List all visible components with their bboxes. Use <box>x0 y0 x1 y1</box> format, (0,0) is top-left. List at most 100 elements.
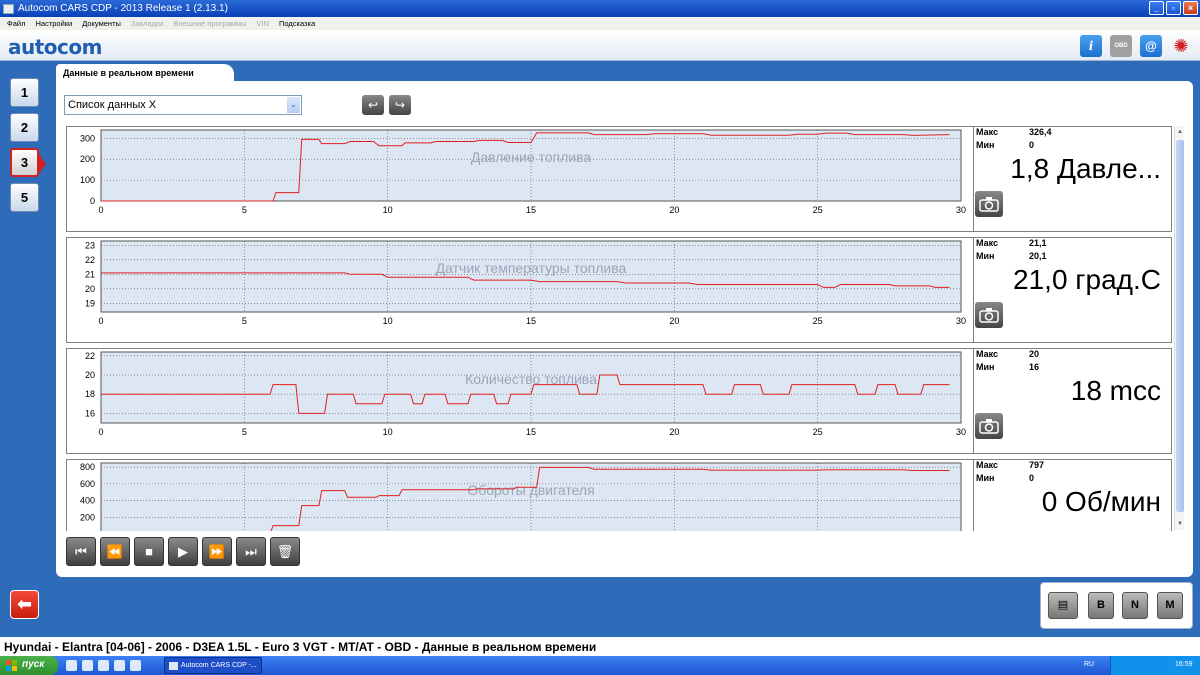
vertical-scrollbar[interactable]: ▲ ▼ <box>1174 126 1184 530</box>
max-label: Макс <box>976 460 999 470</box>
scroll-up-icon[interactable]: ▲ <box>1175 126 1185 138</box>
taskbar-item-label: Autocom CARS CDP -... <box>181 662 257 669</box>
quicklaunch-app-icon[interactable] <box>114 660 125 671</box>
charts-area: 0 100 200 300 0 5 10 15 20 25 30 Давление топлива Ма… <box>66 125 1186 531</box>
y-tick-label: 400 <box>80 496 95 506</box>
step-2-button[interactable]: 2 <box>10 113 39 142</box>
active-step-indicator <box>39 154 46 174</box>
back-arrow-icon[interactable]: ⬅ <box>10 590 39 619</box>
camera-icon[interactable] <box>975 302 1003 328</box>
data-list-select[interactable]: Список данных X ⌄ <box>64 95 302 115</box>
step-5-button[interactable]: 5 <box>10 183 39 212</box>
redo-arrow-icon[interactable]: ↪ <box>389 95 411 115</box>
info-icon[interactable]: i <box>1080 35 1102 57</box>
menu-item-6[interactable]: Подсказка <box>279 19 315 28</box>
tab-live-data[interactable]: Данные в реальном времени <box>56 64 234 82</box>
y-tick-label: 22 <box>85 351 95 361</box>
menu-item-2[interactable]: Документы <box>82 19 121 28</box>
play-icon[interactable]: ▶ <box>168 537 198 566</box>
b-button[interactable]: B <box>1088 592 1114 619</box>
max-value: 797 <box>1029 460 1045 470</box>
max-label: Макс <box>976 238 999 248</box>
maximize-button[interactable]: ▫ <box>1166 1 1181 15</box>
m-button[interactable]: M <box>1157 592 1183 619</box>
scroll-down-icon[interactable]: ▼ <box>1175 518 1185 530</box>
x-tick-label: 15 <box>526 427 536 437</box>
minimize-button[interactable]: _ <box>1149 1 1164 15</box>
skip-start-icon[interactable]: ⏮ <box>66 537 96 566</box>
step-1-button[interactable]: 1 <box>10 78 39 107</box>
taskbar-item-autocom[interactable]: Autocom CARS CDP -... <box>164 657 262 674</box>
quicklaunch-desktop-icon[interactable] <box>82 660 93 671</box>
camera-icon[interactable] <box>975 413 1003 439</box>
menu-item-3: Закладки <box>130 19 164 28</box>
y-tick-label: 600 <box>80 479 95 489</box>
max-value: 326,4 <box>1029 127 1052 137</box>
camera-glyph <box>979 308 999 323</box>
system-tray: 16:59 <box>1110 656 1200 675</box>
help-icon[interactable]: @ <box>1140 35 1162 57</box>
current-value: 1,8 Давле... <box>1010 153 1161 184</box>
x-tick-label: 15 <box>526 316 536 326</box>
current-value: 0 Об/мин <box>1041 486 1161 517</box>
line-chart: 200400600800051015202530Обороты двигател… <box>80 462 962 531</box>
n-button[interactable]: N <box>1122 592 1148 619</box>
spinner-icon: ✺ <box>1173 35 1189 56</box>
stop-icon[interactable]: ■ <box>134 537 164 566</box>
rewind-icon[interactable]: ⏪ <box>100 537 130 566</box>
max-label: Макс <box>976 349 999 359</box>
y-tick-label: 20 <box>85 284 95 294</box>
close-button[interactable]: × <box>1183 1 1198 15</box>
start-label: пуск <box>22 659 45 670</box>
undo-arrow-icon[interactable]: ↩ <box>362 95 384 115</box>
y-tick-label: 800 <box>80 462 95 472</box>
min-label: Мин <box>976 473 995 483</box>
quicklaunch-explorer-icon[interactable] <box>98 660 109 671</box>
chevron-down-icon[interactable]: ⌄ <box>287 97 300 113</box>
camera-icon[interactable] <box>975 191 1003 217</box>
x-tick-label: 10 <box>383 316 393 326</box>
line-chart: 161820220 5 10 15 20 25 30Количество топлива <box>85 351 966 437</box>
delete-icon[interactable]: 🗑 <box>270 537 300 566</box>
line-chart: 19 20 21 22 23 0 5 10 15 20 25 30 Датчик температуры… <box>85 240 966 326</box>
x-tick-label: 10 <box>383 205 393 215</box>
x-tick-label: 0 <box>98 205 103 215</box>
x-tick-label: 25 <box>813 205 823 215</box>
x-tick-label: 30 <box>956 316 966 326</box>
obd-icon[interactable]: OBD <box>1110 35 1132 57</box>
x-tick-label: 5 <box>242 427 247 437</box>
value-panel: Макс 797 Мин 0 0 Об/мин <box>973 460 1173 531</box>
value-panel: Макс 21,1 Мин 20,1 21,0 град.С <box>973 238 1173 342</box>
y-tick-label: 300 <box>80 133 95 143</box>
current-value: 18 mcc <box>1070 375 1161 406</box>
menu-item-5: VIN <box>256 19 269 28</box>
quicklaunch-opera-icon[interactable] <box>130 660 141 671</box>
x-tick-label: 10 <box>383 427 393 437</box>
y-tick-label: 100 <box>80 175 95 185</box>
x-tick-label: 25 <box>813 427 823 437</box>
step-3-button[interactable]: 3 <box>10 148 39 177</box>
playback-controls: ⏮ ⏪ ■ ▶ ⏩ ⏭ 🗑 <box>66 537 300 566</box>
language-indicator[interactable]: RU <box>1084 661 1094 668</box>
y-tick-label: 0 <box>90 196 95 206</box>
fast-forward-icon[interactable]: ⏩ <box>202 537 232 566</box>
y-tick-label: 19 <box>85 298 95 308</box>
print-icon[interactable]: ▤ <box>1048 592 1078 619</box>
y-tick-label: 200 <box>80 512 95 522</box>
chart-row: 16 18 20 22 0 5 10 15 20 25 30 Количество топлива Ма… <box>66 348 1172 454</box>
scroll-thumb[interactable] <box>1176 140 1184 512</box>
data-list-selected: Список данных X <box>68 99 157 111</box>
y-tick-label: 200 <box>80 154 95 164</box>
start-button[interactable]: пуск <box>0 656 58 675</box>
menu-item-1[interactable]: Настройки <box>35 19 72 28</box>
x-tick-label: 25 <box>813 316 823 326</box>
quicklaunch-ie-icon[interactable] <box>66 660 77 671</box>
y-tick-label: 22 <box>85 255 95 265</box>
min-value: 16 <box>1029 362 1040 372</box>
x-tick-label: 20 <box>669 205 679 215</box>
windows-logo-icon <box>6 660 17 671</box>
current-value: 21,0 град.С <box>1013 264 1161 295</box>
max-label: Макс <box>976 127 999 137</box>
skip-end-icon[interactable]: ⏭ <box>236 537 266 566</box>
menu-item-0[interactable]: Файл <box>7 19 25 28</box>
